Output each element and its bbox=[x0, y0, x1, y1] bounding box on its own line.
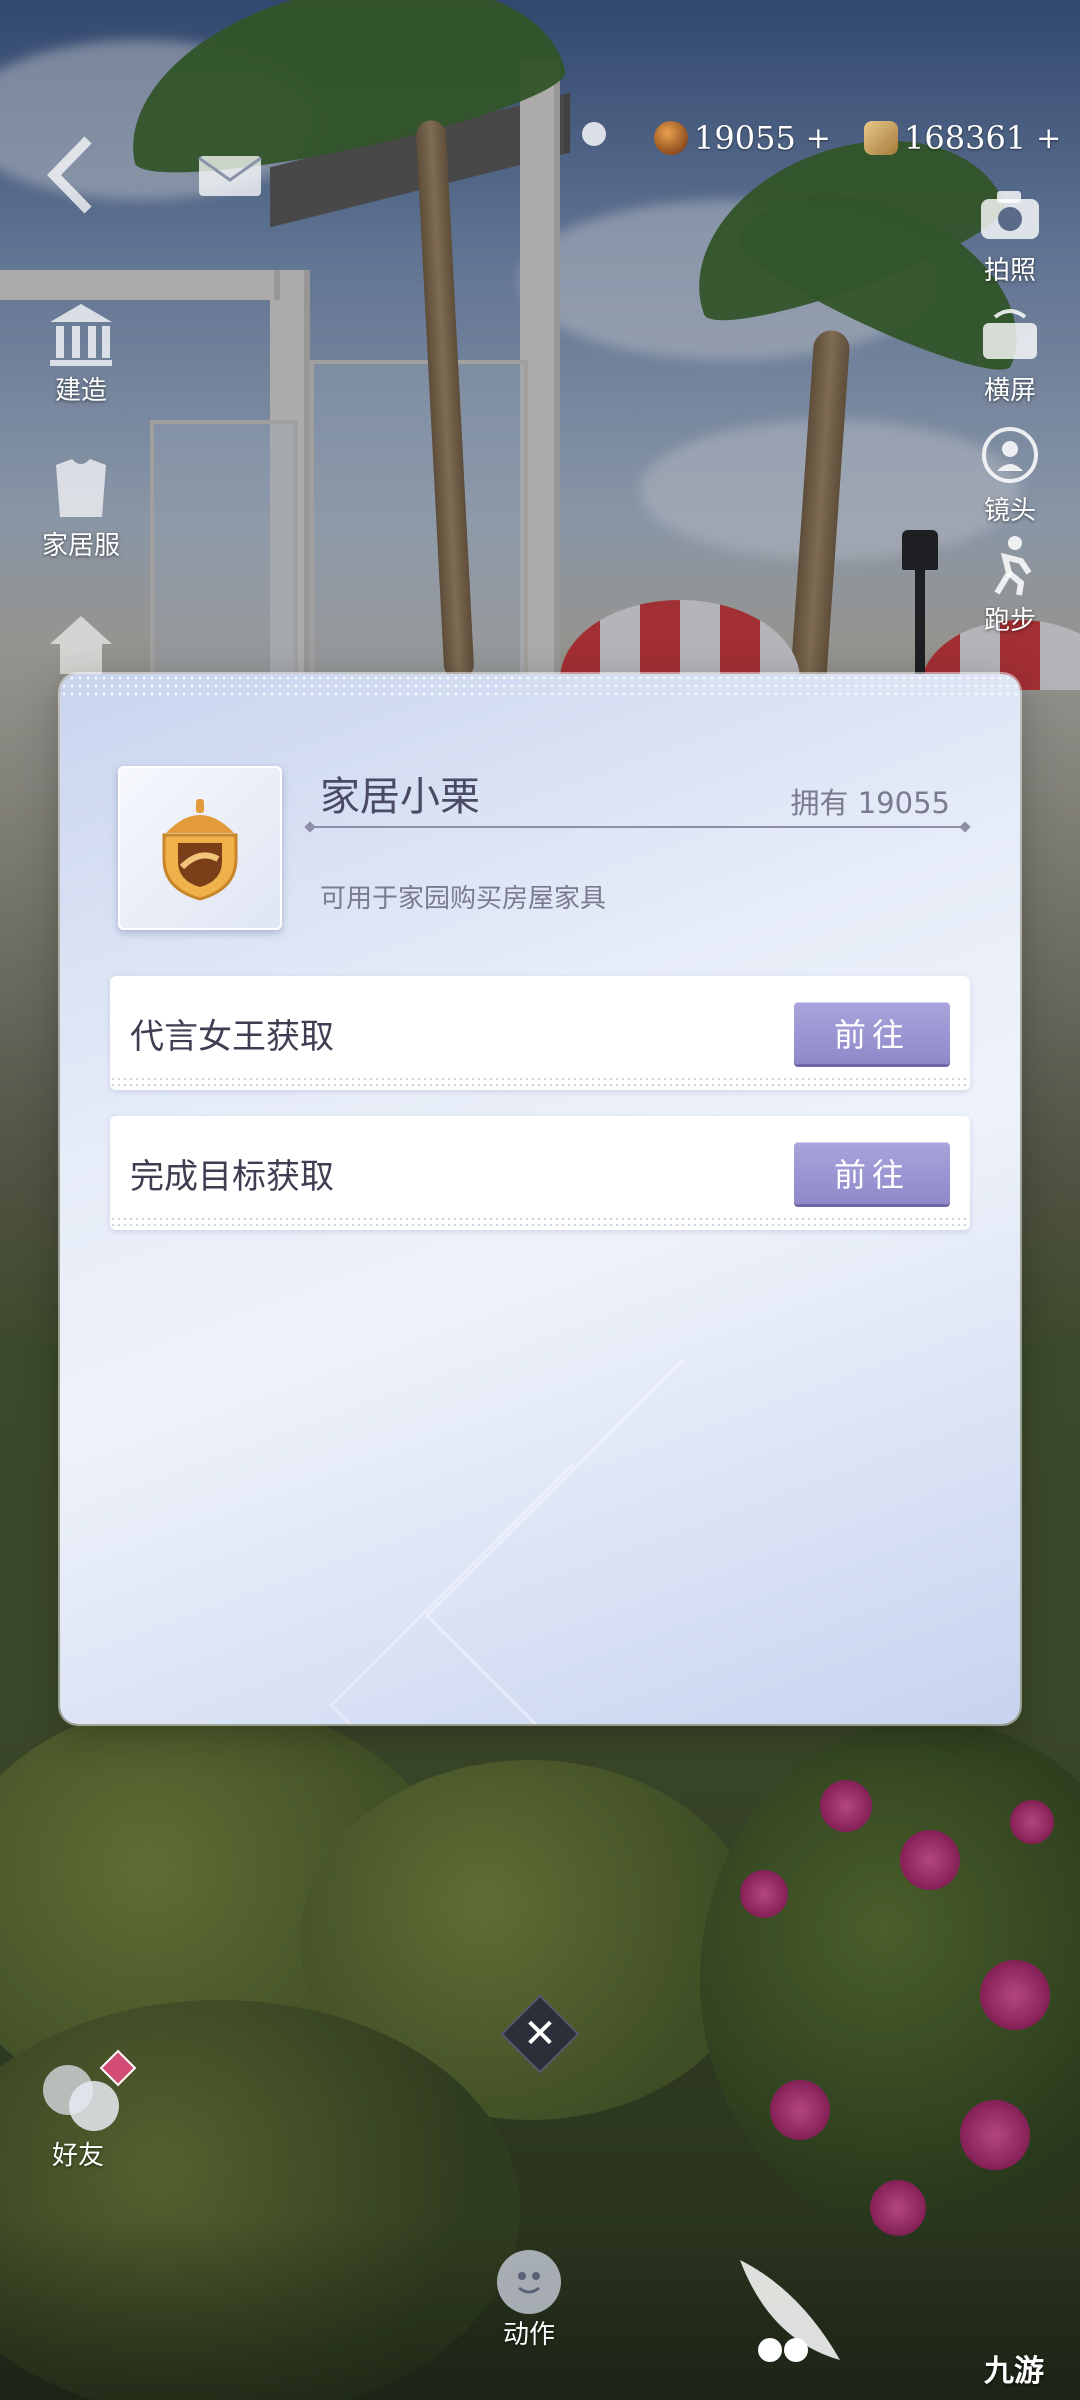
acorn-currency[interactable]: 19055 + bbox=[654, 118, 831, 158]
go-button-goal[interactable]: 前往 bbox=[794, 1142, 950, 1204]
camera-icon bbox=[975, 180, 1045, 250]
source-row-goal: 完成目标获取 前往 bbox=[110, 1116, 970, 1230]
acorn-icon bbox=[162, 799, 238, 901]
right-menu-lens-label: 镜头 bbox=[983, 496, 1036, 526]
item-icon-frame bbox=[118, 766, 282, 930]
right-menu-run[interactable]: 跑步 bbox=[955, 530, 1065, 637]
friends-button[interactable]: 好友 bbox=[28, 2049, 137, 2172]
left-menu-clothes[interactable]: 家居服 bbox=[26, 455, 136, 562]
lens-icon bbox=[975, 420, 1045, 490]
rotate-screen-icon bbox=[975, 300, 1045, 370]
diamond-currency[interactable]: 168361 + bbox=[864, 118, 1061, 158]
friends-label: 好友 bbox=[51, 2141, 104, 2171]
mail-icon bbox=[198, 156, 262, 196]
clothes-icon bbox=[46, 455, 116, 525]
item-description: 可用于家园购买房屋家具 bbox=[320, 884, 607, 914]
left-menu-build[interactable]: 建造 bbox=[26, 300, 136, 407]
status-dot-icon bbox=[582, 122, 606, 146]
right-menu-photo[interactable]: 拍照 bbox=[955, 180, 1065, 287]
close-button[interactable]: ✕ bbox=[500, 1994, 580, 2074]
diamond-currency-value: 168361 bbox=[904, 119, 1027, 157]
left-menu-build-label: 建造 bbox=[54, 376, 107, 406]
decorative-leaf-logo bbox=[730, 2250, 850, 2370]
diamond-coin-icon bbox=[864, 121, 898, 155]
title-divider bbox=[304, 821, 971, 833]
back-arrow-icon bbox=[47, 136, 92, 214]
item-source-dialog: 家居小栗 拥有 19055 可用于家园购买房屋家具 代言女王获取 前往 完成目标… bbox=[60, 674, 1020, 1724]
actions-label: 动作 bbox=[502, 2320, 555, 2350]
item-name: 家居小栗 bbox=[320, 774, 480, 820]
acorn-add-icon[interactable]: + bbox=[806, 121, 831, 156]
source-row-queen: 代言女王获取 前往 bbox=[110, 976, 970, 1090]
source-label: 完成目标获取 bbox=[130, 1156, 334, 1197]
back-button[interactable] bbox=[36, 130, 106, 220]
right-menu-landscape-label: 横屏 bbox=[983, 376, 1036, 406]
left-menu-clothes-label: 家居服 bbox=[41, 531, 120, 561]
watermark: 九游 bbox=[984, 2346, 1044, 2390]
actions-button[interactable]: 动作 bbox=[474, 2250, 584, 2351]
right-menu-lens[interactable]: 镜头 bbox=[955, 420, 1065, 527]
friends-icon bbox=[33, 2049, 137, 2135]
action-face-icon bbox=[497, 2250, 561, 2314]
right-menu-landscape[interactable]: 横屏 bbox=[955, 300, 1065, 407]
source-label: 代言女王获取 bbox=[130, 1016, 334, 1057]
acorn-currency-value: 19055 bbox=[694, 119, 796, 157]
right-menu-photo-label: 拍照 bbox=[983, 256, 1036, 286]
mail-button[interactable] bbox=[196, 150, 266, 200]
left-menu-home-icon[interactable] bbox=[46, 610, 116, 680]
right-menu-run-label: 跑步 bbox=[983, 606, 1036, 636]
run-icon bbox=[975, 530, 1045, 600]
close-icon: ✕ bbox=[523, 2011, 557, 2057]
building-icon bbox=[46, 300, 116, 370]
owned-count: 拥有 19055 bbox=[790, 786, 950, 820]
diamond-add-icon[interactable]: + bbox=[1036, 121, 1061, 156]
watermark-text: 九游 bbox=[984, 2354, 1044, 2389]
go-button-queen[interactable]: 前往 bbox=[794, 1002, 950, 1064]
acorn-coin-icon bbox=[654, 121, 688, 155]
